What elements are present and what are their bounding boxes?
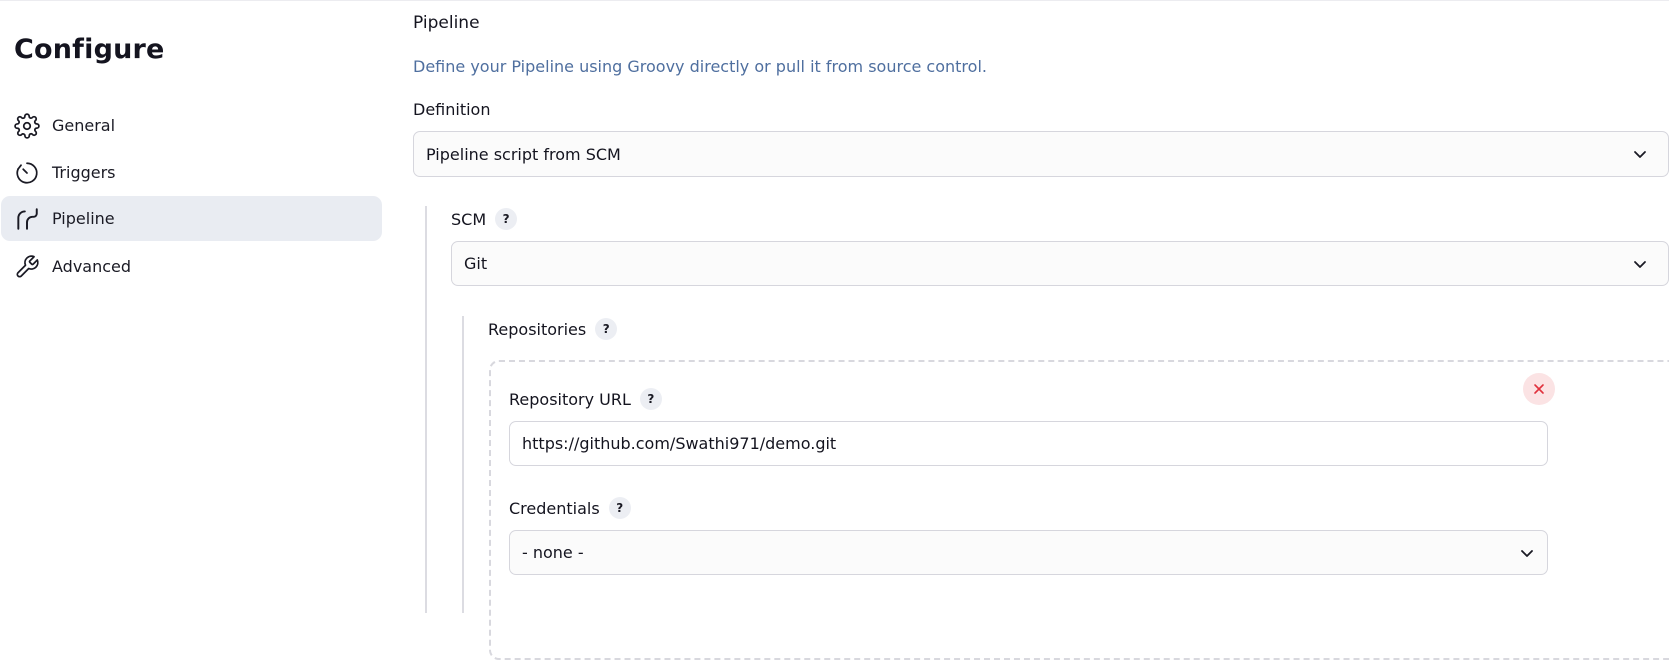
credentials-label: Credentials ? (509, 497, 631, 519)
scm-value: Git (464, 254, 488, 273)
repository-entry (489, 360, 1669, 660)
section-title: Pipeline (413, 13, 480, 33)
repositories-label-text: Repositories (488, 319, 587, 339)
definition-select[interactable]: Pipeline script from SCM (413, 131, 1669, 177)
sidebar-item-label: Advanced (52, 257, 132, 276)
credentials-label-text: Credentials (509, 498, 600, 518)
scm-select[interactable]: Git (451, 241, 1669, 286)
scm-label: SCM ? (451, 208, 518, 230)
scm-label-text: SCM (451, 209, 487, 229)
scm-indent-line (425, 206, 427, 613)
timer-icon (14, 160, 40, 186)
section-description: Define your Pipeline using Groovy direct… (413, 57, 987, 76)
delete-repository-button[interactable] (1523, 373, 1555, 405)
close-icon (1534, 384, 1544, 394)
sidebar-item-pipeline[interactable]: Pipeline (1, 196, 382, 241)
sidebar-item-triggers[interactable]: Triggers (1, 150, 382, 195)
sidebar-item-label: Pipeline (52, 209, 115, 228)
repository-url-input[interactable]: https://github.com/Swathi971/demo.git (509, 421, 1548, 466)
repository-url-value: https://github.com/Swathi971/demo.git (522, 434, 837, 453)
sidebar-item-label: General (52, 116, 116, 135)
sidebar-item-advanced[interactable]: Advanced (1, 244, 382, 289)
repositories-help-button[interactable]: ? (595, 318, 618, 340)
repository-url-help-button[interactable]: ? (639, 388, 662, 410)
sidebar-item-label: Triggers (52, 163, 116, 182)
repositories-label: Repositories ? (488, 318, 618, 340)
chevron-down-icon (1634, 151, 1646, 158)
definition-label: Definition (413, 100, 490, 119)
chevron-down-icon (1521, 549, 1533, 557)
credentials-value: - none - (522, 543, 584, 562)
definition-label-text: Definition (413, 100, 491, 119)
scm-help-button[interactable]: ? (495, 208, 518, 230)
definition-value: Pipeline script from SCM (426, 144, 621, 164)
repositories-indent-line (462, 316, 464, 613)
credentials-help-button[interactable]: ? (608, 497, 631, 519)
pipeline-icon (14, 206, 40, 232)
top-divider (0, 0, 1669, 1)
repository-url-label-text: Repository URL (509, 389, 631, 409)
wrench-icon (14, 254, 40, 280)
repository-url-label: Repository URL ? (509, 388, 662, 410)
chevron-down-icon (1634, 260, 1646, 268)
page-title: Configure (14, 34, 165, 65)
gear-icon (14, 112, 40, 139)
sidebar-item-general[interactable]: General (1, 103, 382, 148)
credentials-select[interactable]: - none - (509, 530, 1548, 575)
